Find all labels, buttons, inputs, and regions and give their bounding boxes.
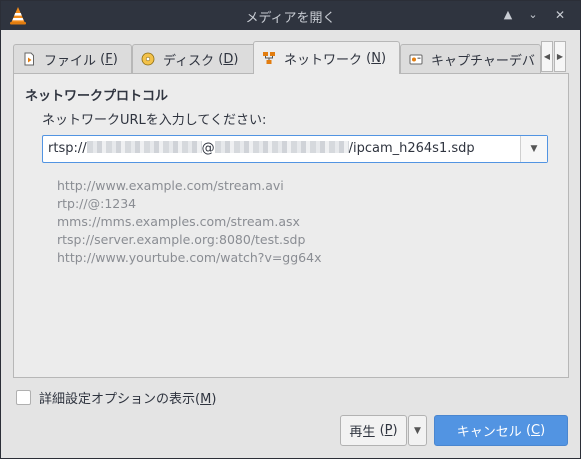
cancel-button-mnemonic: C bbox=[531, 423, 541, 438]
tab-bar: ファイル (F) ディスク (D) ネットワーク (N) キャプチャーデバ ◀ … bbox=[13, 41, 569, 74]
cancel-button[interactable]: キャンセル (C) bbox=[434, 415, 568, 446]
url-path-text: /ipcam_h264s1.sdp bbox=[348, 141, 475, 156]
tab-file[interactable]: ファイル (F) bbox=[13, 44, 132, 73]
tab-capture-device[interactable]: キャプチャーデバ bbox=[400, 44, 541, 73]
url-example: rtsp://server.example.org:8080/test.sdp bbox=[57, 232, 306, 247]
chevron-down-icon: ▼ bbox=[530, 144, 538, 154]
play-button[interactable]: 再生 (P) bbox=[340, 415, 407, 446]
tab-file-label: ファイル bbox=[44, 53, 97, 69]
redacted-credentials bbox=[86, 141, 202, 153]
show-advanced-options-toggle[interactable]: 詳細設定オプションの表示(M) bbox=[16, 388, 216, 407]
title-bar[interactable]: メディアを開く ▲ ⌄ ✕ bbox=[1, 1, 580, 30]
advanced-options-mnemonic: M bbox=[200, 392, 212, 407]
disc-icon bbox=[141, 52, 155, 66]
tab-network-mnemonic: N bbox=[371, 50, 381, 66]
chevron-down-icon: ▼ bbox=[414, 425, 421, 436]
url-prompt-label: ネットワークURLを入力してください: bbox=[42, 113, 267, 128]
tab-network[interactable]: ネットワーク (N) bbox=[253, 41, 400, 74]
url-examples-list: http://www.example.com/stream.avi rtp://… bbox=[57, 177, 321, 267]
play-button-label: 再生 bbox=[349, 425, 376, 440]
network-url-combobox[interactable]: rtsp:// @ /ipcam_h264s1.sdp ▼ bbox=[42, 135, 548, 163]
keep-above-icon[interactable]: ▲ bbox=[500, 7, 516, 23]
play-options-dropdown-button[interactable]: ▼ bbox=[408, 415, 427, 446]
url-example: http://www.example.com/stream.avi bbox=[57, 178, 284, 193]
tab-network-label: ネットワーク bbox=[284, 52, 363, 68]
close-icon[interactable]: ✕ bbox=[552, 7, 568, 23]
file-icon bbox=[24, 52, 34, 66]
advanced-options-checkbox[interactable] bbox=[16, 390, 31, 405]
tab-capture-device-label: キャプチャーデバ bbox=[431, 53, 535, 69]
network-panel: ネットワークプロトコル ネットワークURLを入力してください: rtsp:// @… bbox=[13, 73, 569, 378]
url-example: mms://mms.examples.com/stream.asx bbox=[57, 214, 300, 229]
window-title: メディアを開く bbox=[245, 11, 336, 26]
tab-disc-mnemonic: D bbox=[223, 51, 234, 67]
tab-scroll-left-button[interactable]: ◀ bbox=[541, 41, 553, 72]
tab-disc[interactable]: ディスク (D) bbox=[132, 44, 258, 73]
play-button-mnemonic: P bbox=[384, 423, 393, 438]
arrow-right-icon: ▶ bbox=[556, 52, 564, 61]
cancel-button-label: キャンセル bbox=[456, 425, 522, 440]
url-at-text: @ bbox=[201, 141, 215, 156]
network-icon bbox=[263, 52, 275, 64]
url-example: http://www.yourtube.com/watch?v=gg64x bbox=[57, 250, 322, 265]
tab-disc-label: ディスク bbox=[163, 53, 215, 69]
url-example: rtp://@:1234 bbox=[57, 196, 137, 211]
open-media-dialog: メディアを開く ▲ ⌄ ✕ ファイル (F) ディスク (D) ネットワーク (… bbox=[0, 0, 581, 459]
network-url-input[interactable]: rtsp:// @ /ipcam_h264s1.sdp bbox=[48, 141, 475, 156]
minimize-icon[interactable]: ⌄ bbox=[525, 7, 541, 23]
network-protocol-heading: ネットワークプロトコル bbox=[25, 89, 169, 104]
advanced-options-label: 詳細設定オプションの表示 bbox=[39, 392, 196, 407]
url-scheme-text: rtsp:// bbox=[48, 141, 87, 156]
url-history-dropdown-button[interactable]: ▼ bbox=[520, 136, 547, 162]
capture-device-icon bbox=[409, 54, 423, 65]
tab-scroll-right-button[interactable]: ▶ bbox=[554, 41, 566, 72]
redacted-host bbox=[214, 141, 349, 153]
arrow-left-icon: ◀ bbox=[543, 52, 551, 61]
tab-file-mnemonic: F bbox=[105, 51, 113, 67]
